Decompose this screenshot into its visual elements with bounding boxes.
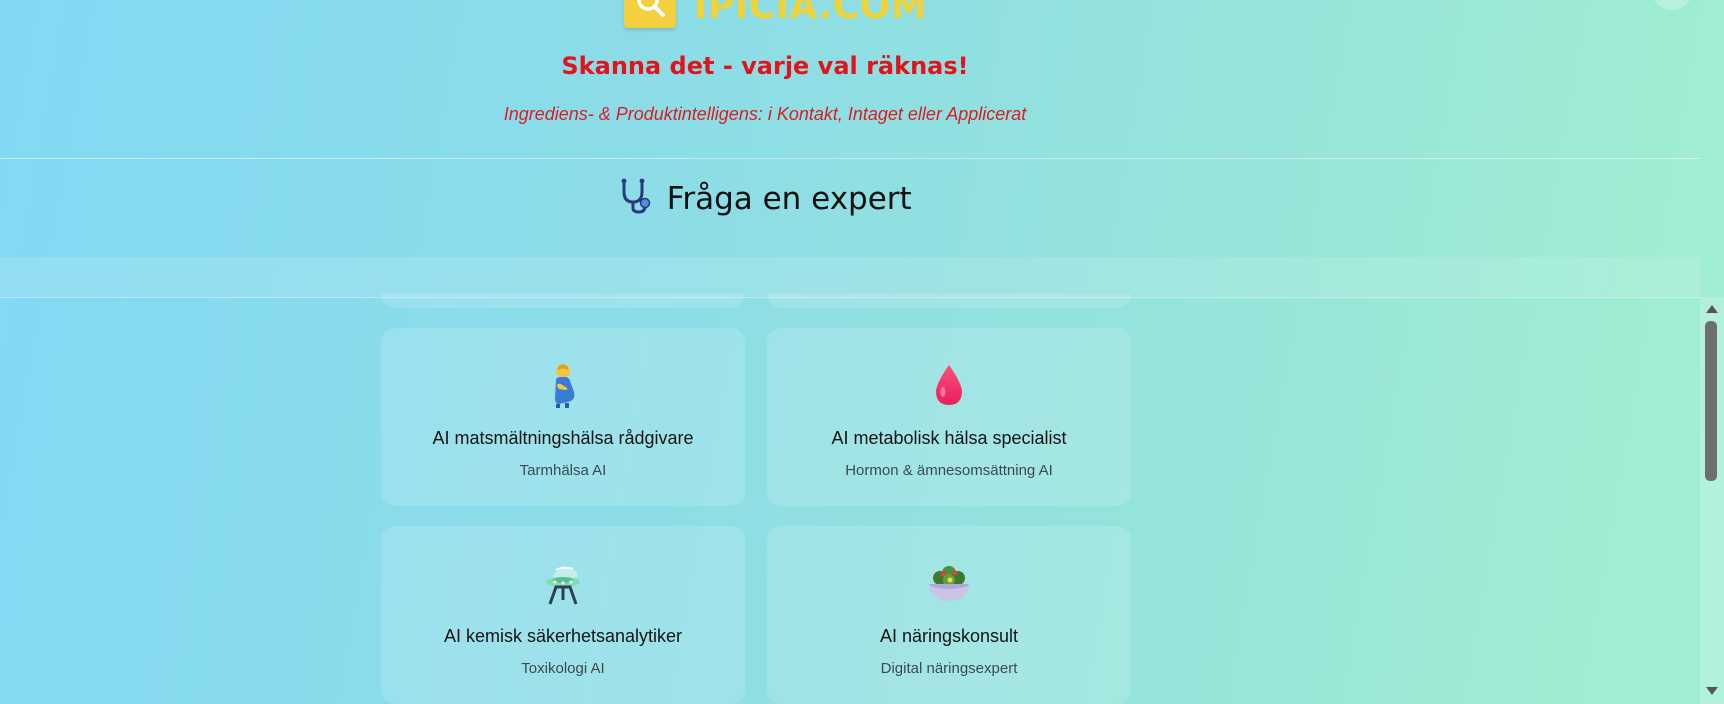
header-divider (0, 158, 1700, 159)
scroll-down-arrow-icon[interactable] (1706, 687, 1718, 695)
ufo-icon (381, 560, 745, 608)
header-circle-button[interactable] (1651, 0, 1693, 10)
filter-band (0, 257, 1700, 298)
expert-card-subtitle: Toxikologi AI (521, 660, 605, 677)
section-title: Fråga en expert (666, 180, 912, 217)
expert-card-subtitle: Tarmhälsa AI (519, 462, 607, 479)
expert-card-title: AI näringskonsult (879, 626, 1019, 646)
scroll-up-arrow-icon[interactable] (1706, 305, 1718, 313)
site-logo-text[interactable]: IPICIA.COM (694, 0, 927, 27)
expert-card-subtitle: Hormon & ämnesomsättning AI (845, 462, 1053, 479)
tagline: Ingrediens- & Produktintelligens: i Kont… (503, 104, 1027, 124)
expert-card-partial[interactable] (381, 294, 745, 308)
page-header: IPICIA.COM Skanna det - varje val räknas… (0, 0, 1700, 158)
section-heading: Fråga en expert (0, 178, 1530, 219)
slogan: Skanna det - varje val räknas! (561, 52, 969, 80)
pregnant-person-icon (381, 362, 745, 410)
salad-bowl-icon (767, 560, 1131, 608)
expert-card-title: AI metabolisk hälsa specialist (831, 428, 1067, 448)
expert-card-chemical[interactable]: AI kemisk säkerhetsanalytiker Toxikologi… (381, 526, 745, 704)
expert-card-title: AI matsmältningshälsa rådgivare (432, 428, 694, 448)
scroll-thumb[interactable] (1705, 321, 1717, 481)
scrollbar[interactable] (1700, 297, 1724, 704)
blood-drop-icon (767, 362, 1131, 410)
expert-card-partial[interactable] (767, 294, 1131, 308)
expert-card-subtitle: Digital näringsexpert (880, 660, 1018, 677)
expert-card-digestive[interactable]: AI matsmältningshälsa rådgivare Tarmhäls… (381, 328, 745, 506)
stethoscope-icon (618, 178, 652, 219)
expert-card-title: AI kemisk säkerhetsanalytiker (443, 626, 683, 646)
magnifier-logo-icon[interactable] (624, 0, 676, 28)
expert-card-metabolic[interactable]: AI metabolisk hälsa specialist Hormon & … (767, 328, 1131, 506)
expert-card-nutrition[interactable]: AI näringskonsult Digital näringsexpert (767, 526, 1131, 704)
